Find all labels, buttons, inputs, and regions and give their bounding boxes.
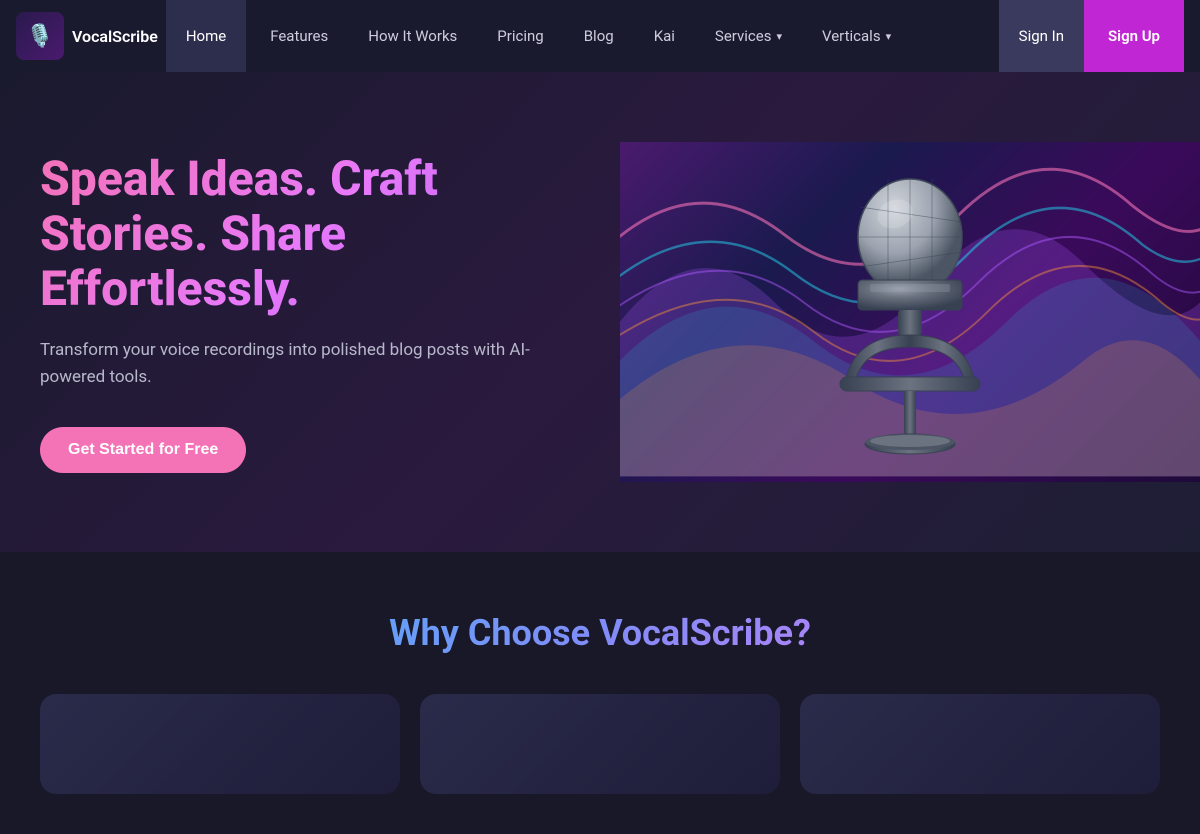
nav-verticals-label: Verticals xyxy=(822,27,881,45)
hero-content: Speak Ideas. Craft Stories. Share Effort… xyxy=(40,151,620,473)
sign-in-button[interactable]: Sign In xyxy=(999,0,1084,72)
sign-up-label: Sign Up xyxy=(1108,27,1160,45)
verticals-chevron-icon: ▾ xyxy=(886,30,892,43)
nav-pricing-label: Pricing xyxy=(497,27,543,45)
nav-home-label: Home xyxy=(186,27,226,45)
hero-cta-button[interactable]: Get Started for Free xyxy=(40,427,246,473)
logo[interactable]: 🎙️ VocalScribe xyxy=(16,12,158,60)
logo-text: VocalScribe xyxy=(72,27,158,46)
nav-services-label: Services xyxy=(715,27,772,45)
nav-item-blog[interactable]: Blog xyxy=(564,0,634,72)
hero-section: Speak Ideas. Craft Stories. Share Effort… xyxy=(0,72,1200,552)
hero-image xyxy=(620,142,1200,482)
nav-features-label: Features xyxy=(270,27,328,45)
nav-item-pricing[interactable]: Pricing xyxy=(477,0,563,72)
nav-item-features[interactable]: Features xyxy=(250,0,348,72)
why-card-2 xyxy=(420,694,780,794)
logo-icon: 🎙️ xyxy=(16,12,64,60)
microphone-svg xyxy=(800,162,1020,462)
nav-blog-label: Blog xyxy=(584,27,614,45)
why-card-1 xyxy=(40,694,400,794)
hero-image-background xyxy=(620,142,1200,482)
services-chevron-icon: ▾ xyxy=(776,30,782,43)
logo-emoji: 🎙️ xyxy=(26,24,53,49)
nav-kai-label: Kai xyxy=(654,27,675,45)
nav-item-how-it-works[interactable]: How It Works xyxy=(348,0,477,72)
why-choose-section: Why Choose VocalScribe? xyxy=(0,552,1200,834)
why-cards-container xyxy=(40,694,1160,794)
hero-title: Speak Ideas. Craft Stories. Share Effort… xyxy=(40,151,580,317)
hero-subtitle: Transform your voice recordings into pol… xyxy=(40,337,580,391)
nav-how-it-works-label: How It Works xyxy=(368,27,457,45)
nav-item-services[interactable]: Services ▾ xyxy=(695,0,802,72)
nav-item-kai[interactable]: Kai xyxy=(634,0,695,72)
nav-item-verticals[interactable]: Verticals ▾ xyxy=(802,0,911,72)
why-choose-title: Why Choose VocalScribe? xyxy=(40,612,1160,654)
navbar: 🎙️ VocalScribe Home Features How It Work… xyxy=(0,0,1200,72)
sign-up-button[interactable]: Sign Up xyxy=(1084,0,1184,72)
why-card-3 xyxy=(800,694,1160,794)
nav-item-home[interactable]: Home xyxy=(166,0,246,72)
sign-in-label: Sign In xyxy=(1019,27,1064,45)
